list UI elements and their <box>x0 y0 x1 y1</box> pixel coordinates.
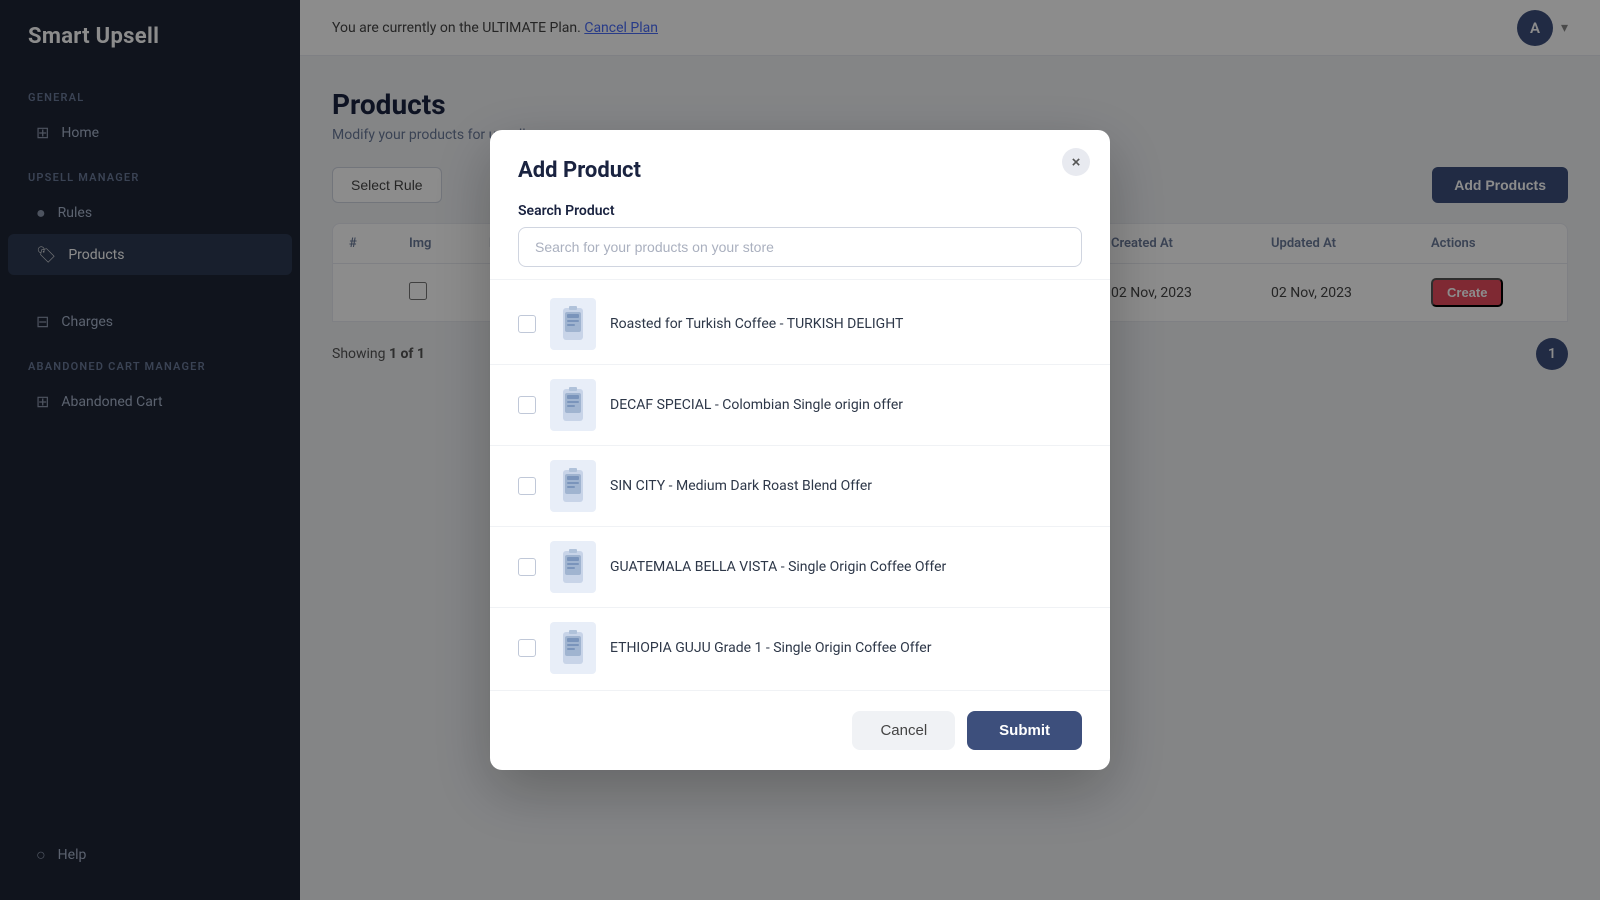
product-checkbox[interactable] <box>518 558 536 576</box>
search-input[interactable] <box>518 227 1082 267</box>
product-name: ETHIOPIA GUJU Grade 1 - Single Origin Co… <box>610 640 1082 656</box>
product-item[interactable]: ETHIOPIA GUJU Grade 1 - Single Origin Co… <box>490 608 1110 688</box>
product-item[interactable]: GUATEMALA BELLA VISTA - Single Origin Co… <box>490 527 1110 608</box>
cancel-button[interactable]: Cancel <box>852 711 955 750</box>
product-checkbox[interactable] <box>518 396 536 414</box>
submit-button[interactable]: Submit <box>967 711 1082 750</box>
product-image <box>550 379 596 431</box>
search-label: Search Product <box>518 203 1082 219</box>
product-name: DECAF SPECIAL - Colombian Single origin … <box>610 397 1082 413</box>
product-image <box>550 298 596 350</box>
product-item[interactable]: DECAF SPECIAL - Colombian Single origin … <box>490 365 1110 446</box>
modal-footer: Cancel Submit <box>490 690 1110 770</box>
product-list: Roasted for Turkish Coffee - TURKISH DEL… <box>490 279 1110 690</box>
product-checkbox[interactable] <box>518 315 536 333</box>
product-name: GUATEMALA BELLA VISTA - Single Origin Co… <box>610 559 1082 575</box>
add-product-modal: Add Product × Search Product Roasted for… <box>490 130 1110 770</box>
product-checkbox[interactable] <box>518 477 536 495</box>
product-checkbox[interactable] <box>518 639 536 657</box>
product-item[interactable]: Roasted for Turkish Coffee - TURKISH DEL… <box>490 284 1110 365</box>
product-image <box>550 541 596 593</box>
modal-overlay[interactable]: Add Product × Search Product Roasted for… <box>0 0 1600 900</box>
product-name: Roasted for Turkish Coffee - TURKISH DEL… <box>610 316 1082 332</box>
close-button[interactable]: × <box>1062 148 1090 176</box>
product-name: SIN CITY - Medium Dark Roast Blend Offer <box>610 478 1082 494</box>
product-image <box>550 460 596 512</box>
modal-title: Add Product <box>518 158 1082 183</box>
modal-header: Add Product × Search Product <box>490 130 1110 275</box>
product-image <box>550 622 596 674</box>
product-item[interactable]: SIN CITY - Medium Dark Roast Blend Offer <box>490 446 1110 527</box>
